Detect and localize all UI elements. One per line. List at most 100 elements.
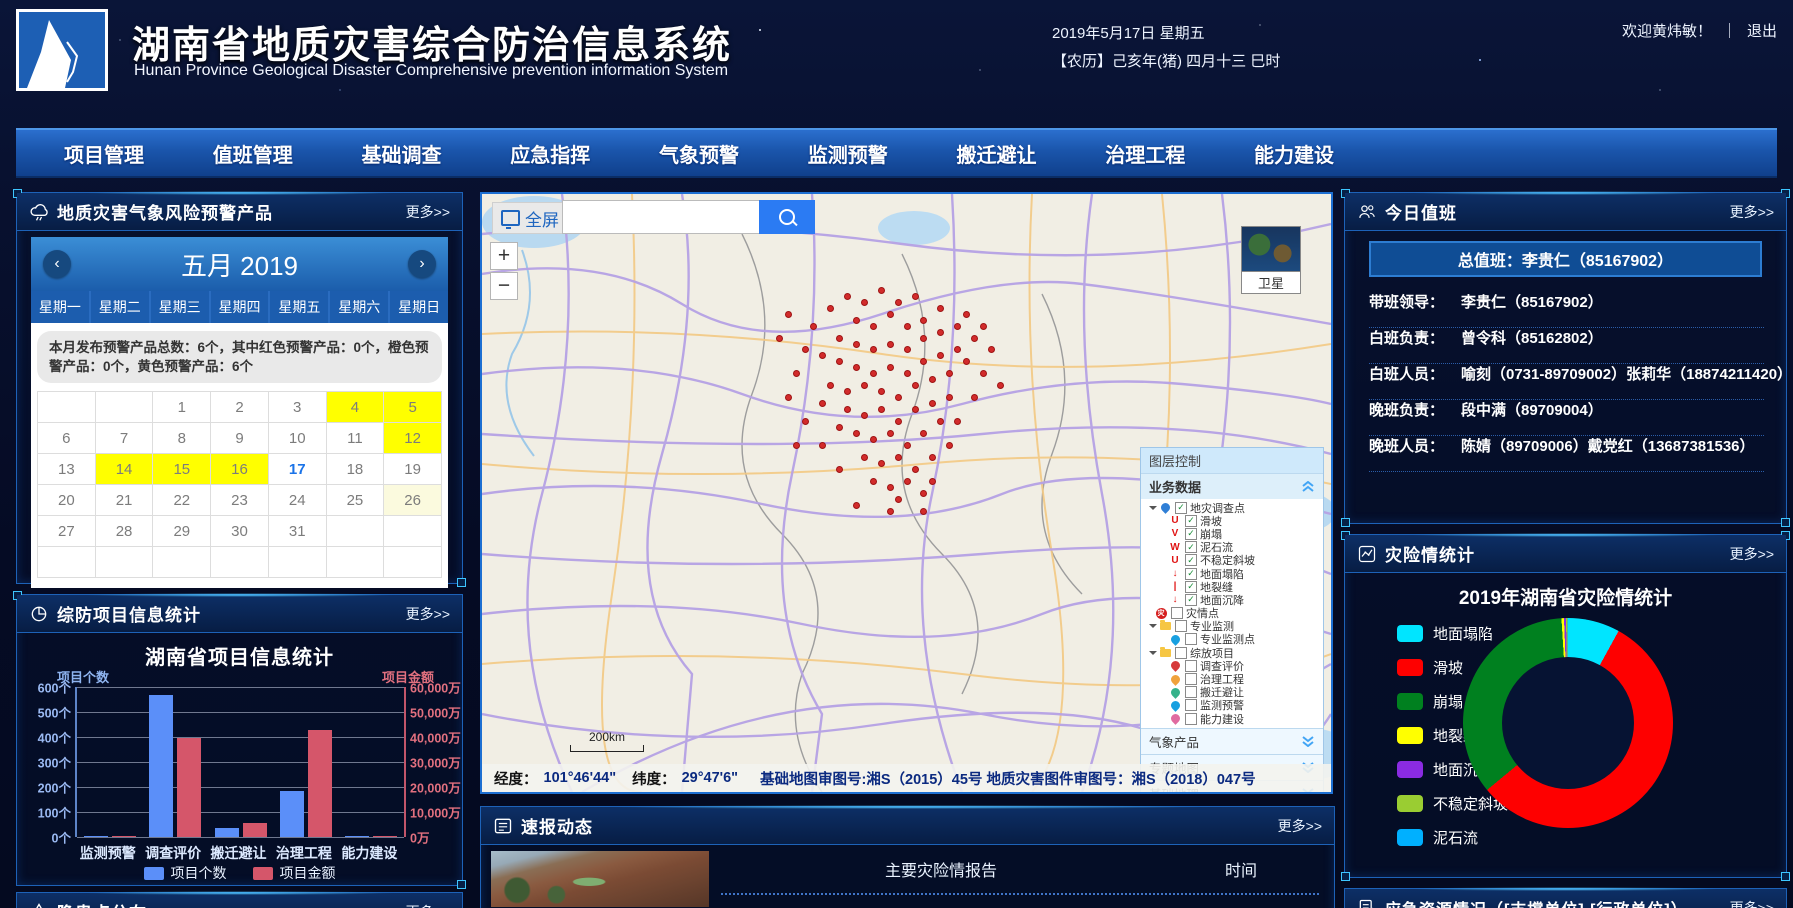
calendar-day-cell[interactable]: 10 [269, 423, 327, 454]
calendar-day-cell[interactable]: 15 [153, 454, 211, 485]
calendar-day-cell[interactable]: 16 [211, 454, 269, 485]
calendar-day-cell[interactable] [38, 547, 96, 578]
calendar-day-cell[interactable]: 2 [211, 392, 269, 423]
layer-tree-item[interactable]: V✓崩塌 [1145, 527, 1323, 540]
disaster-point-marker[interactable] [861, 299, 868, 306]
more-link[interactable]: 更多>> [1730, 544, 1774, 564]
calendar-day-cell[interactable]: 31 [269, 516, 327, 547]
disaster-point-marker[interactable] [912, 293, 919, 300]
calendar-day-cell[interactable] [96, 392, 154, 423]
calendar-day-cell[interactable]: 30 [211, 516, 269, 547]
calendar-day-cell[interactable] [327, 516, 385, 547]
disaster-point-marker[interactable] [954, 323, 961, 330]
calendar-day-cell[interactable] [211, 547, 269, 578]
calendar-day-cell[interactable]: 23 [211, 485, 269, 516]
disaster-point-marker[interactable] [819, 442, 826, 449]
calendar-day-cell[interactable]: 9 [211, 423, 269, 454]
news-photo[interactable] [491, 851, 709, 907]
disaster-point-marker[interactable] [853, 502, 860, 509]
disaster-point-marker[interactable] [980, 323, 987, 330]
disaster-point-marker[interactable] [853, 364, 860, 371]
disaster-point-marker[interactable] [836, 466, 843, 473]
disaster-point-marker[interactable] [810, 323, 817, 330]
disaster-point-marker[interactable] [802, 418, 809, 425]
layer-checkbox[interactable] [1175, 647, 1187, 659]
layer-checkbox[interactable]: ✓ [1185, 515, 1197, 527]
fullscreen-button[interactable]: 全屏 [492, 202, 568, 234]
layer-tree-item[interactable]: 能力建设 [1145, 712, 1323, 725]
disaster-point-marker[interactable] [887, 341, 894, 348]
layer-checkbox[interactable] [1171, 607, 1183, 619]
calendar-day-cell[interactable] [384, 547, 442, 578]
layer-checkbox[interactable]: ✓ [1185, 568, 1197, 580]
layer-checkbox[interactable]: ✓ [1185, 541, 1197, 553]
layer-tree-item[interactable]: 灾灾情点 [1145, 607, 1323, 620]
logout-button[interactable]: 退出 [1747, 20, 1777, 41]
layer-checkbox[interactable] [1175, 620, 1187, 632]
calendar-day-cell[interactable]: 8 [153, 423, 211, 454]
calendar-day-cell[interactable]: 18 [327, 454, 385, 485]
calendar-day-cell[interactable] [384, 516, 442, 547]
nav-item-8[interactable]: 能力建设 [1254, 139, 1334, 168]
calendar-day-cell[interactable]: 7 [96, 423, 154, 454]
disaster-point-marker[interactable] [971, 335, 978, 342]
more-link[interactable]: 更多>> [406, 902, 450, 908]
layer-group-business[interactable]: 业务数据 [1141, 473, 1323, 499]
disaster-point-marker[interactable] [912, 466, 919, 473]
disaster-point-marker[interactable] [937, 329, 944, 336]
calendar-day-cell[interactable] [38, 392, 96, 423]
nav-item-1[interactable]: 值班管理 [213, 139, 293, 168]
disaster-point-marker[interactable] [785, 394, 792, 401]
disaster-point-marker[interactable] [853, 317, 860, 324]
disaster-point-marker[interactable] [870, 370, 877, 377]
disaster-point-marker[interactable] [870, 323, 877, 330]
disaster-point-marker[interactable] [887, 430, 894, 437]
disaster-point-marker[interactable] [844, 293, 851, 300]
calendar-day-cell[interactable]: 24 [269, 485, 327, 516]
calendar-day-cell[interactable]: 1 [153, 392, 211, 423]
disaster-point-marker[interactable] [895, 299, 902, 306]
calendar-day-cell[interactable]: 13 [38, 454, 96, 485]
nav-item-4[interactable]: 气象预警 [659, 139, 739, 168]
nav-item-5[interactable]: 监测预警 [808, 139, 888, 168]
layer-checkbox[interactable]: ✓ [1175, 502, 1187, 514]
disaster-point-marker[interactable] [785, 311, 792, 318]
satellite-toggle[interactable]: 卫星 [1241, 226, 1301, 294]
disaster-point-marker[interactable] [776, 335, 783, 342]
layer-checkbox[interactable] [1185, 699, 1197, 711]
layer-checkbox[interactable]: ✓ [1185, 554, 1197, 566]
disaster-point-marker[interactable] [836, 335, 843, 342]
calendar-day-cell[interactable]: 19 [384, 454, 442, 485]
calendar-day-cell[interactable]: 22 [153, 485, 211, 516]
calendar-day-cell[interactable]: 27 [38, 516, 96, 547]
layer-checkbox[interactable]: ✓ [1185, 528, 1197, 540]
disaster-point-marker[interactable] [819, 400, 826, 407]
map-search-input[interactable] [562, 200, 759, 234]
nav-item-6[interactable]: 搬迁避让 [957, 139, 1037, 168]
disaster-point-marker[interactable] [904, 478, 911, 485]
calendar-day-cell[interactable]: 25 [327, 485, 385, 516]
disaster-point-marker[interactable] [904, 323, 911, 330]
disaster-point-marker[interactable] [895, 496, 902, 503]
disaster-point-marker[interactable] [878, 287, 885, 294]
calendar-day-cell[interactable] [153, 547, 211, 578]
disaster-point-marker[interactable] [887, 484, 894, 491]
layer-checkbox[interactable] [1185, 713, 1197, 725]
layer-checkbox[interactable] [1185, 673, 1197, 685]
nav-item-7[interactable]: 治理工程 [1105, 139, 1185, 168]
disaster-point-marker[interactable] [904, 370, 911, 377]
disaster-point-marker[interactable] [887, 508, 894, 515]
calendar-day-cell[interactable]: 5 [384, 392, 442, 423]
layer-checkbox[interactable]: ✓ [1185, 594, 1197, 606]
more-link[interactable]: 更多>> [1730, 202, 1774, 222]
calendar-day-cell[interactable]: 11 [327, 423, 385, 454]
disaster-point-marker[interactable] [827, 305, 834, 312]
calendar-day-cell[interactable]: 29 [153, 516, 211, 547]
calendar-day-cell[interactable] [327, 547, 385, 578]
map-container[interactable]: 全屏 + − 卫星 图层控制 业务数据 ✓地灾调查点U✓滑坡V✓崩塌W✓泥石流U… [480, 192, 1333, 794]
layer-tree-item[interactable]: ↓✓地面塌陷 [1145, 567, 1323, 580]
more-link[interactable]: 更多>> [406, 202, 450, 222]
more-link[interactable]: 更多>> [1278, 816, 1322, 836]
disaster-point-marker[interactable] [870, 478, 877, 485]
more-link[interactable]: 更多>> [1730, 898, 1774, 908]
